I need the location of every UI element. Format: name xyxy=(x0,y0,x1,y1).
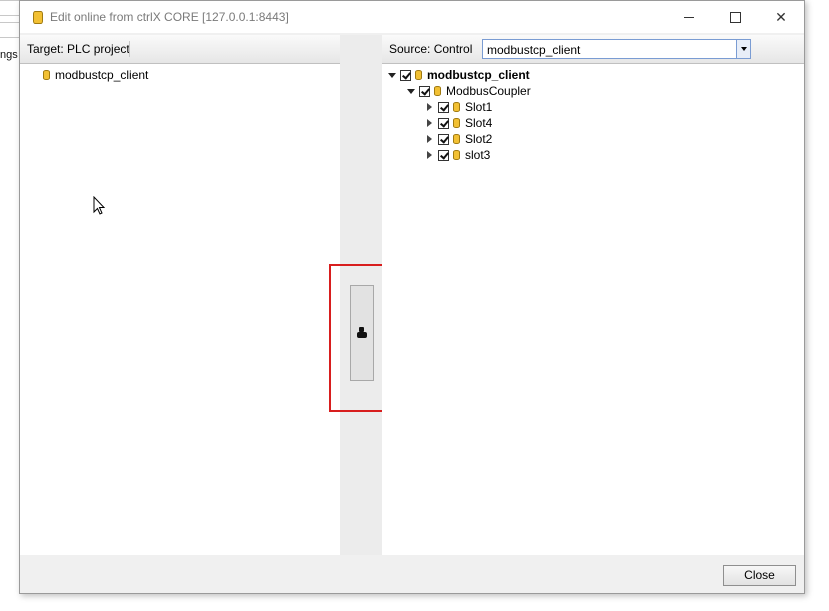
checkbox-checked[interactable] xyxy=(438,117,449,129)
checkbox-checked[interactable] xyxy=(438,149,449,161)
slot-label: Slot2 xyxy=(465,132,493,146)
source-header-label: Source: Control xyxy=(389,42,473,56)
background-app: ngs xyxy=(0,0,21,611)
checkbox-checked[interactable] xyxy=(400,69,411,81)
edit-online-dialog: Edit online from ctrlX CORE [127.0.0.1:8… xyxy=(19,0,805,594)
slot-label: Slot4 xyxy=(465,116,493,130)
database-icon xyxy=(453,118,460,128)
database-icon xyxy=(434,86,441,96)
source-dropdown-value: modbustcp_client xyxy=(487,43,581,57)
database-icon xyxy=(43,70,50,80)
source-tree-root[interactable]: modbustcp_client xyxy=(388,67,530,83)
expand-icon[interactable] xyxy=(427,135,432,143)
database-icon xyxy=(453,150,460,160)
source-header: Source: Control modbustcp_client xyxy=(382,35,804,64)
slot-label: Slot1 xyxy=(465,100,493,114)
close-icon: ✕ xyxy=(775,8,787,25)
target-tree-item-label: modbustcp_client xyxy=(55,68,149,82)
source-tree-slot[interactable]: Slot4 xyxy=(427,115,492,131)
checkbox-checked[interactable] xyxy=(438,101,449,113)
source-tree-slot[interactable]: slot3 xyxy=(427,147,490,163)
background-toolbar-fragment xyxy=(0,0,21,16)
dropdown-arrow-icon[interactable] xyxy=(736,40,750,58)
source-tree-slot[interactable]: Slot1 xyxy=(427,99,492,115)
window-title: Edit online from ctrlX CORE [127.0.0.1:8… xyxy=(50,10,289,24)
mouse-cursor-icon xyxy=(93,196,106,215)
database-icon xyxy=(453,102,460,112)
target-tree-item[interactable]: modbustcp_client xyxy=(43,67,148,83)
target-tree: modbustcp_client xyxy=(20,64,340,555)
database-icon xyxy=(415,70,422,80)
collapse-icon[interactable] xyxy=(388,72,396,78)
source-tree: modbustcp_client ModbusCoupler Slot1 Slo… xyxy=(382,64,804,555)
header-separator xyxy=(129,41,130,57)
background-text: ngs xyxy=(0,49,18,61)
collapse-icon[interactable] xyxy=(407,88,415,94)
maximize-button[interactable] xyxy=(712,1,758,33)
source-tree-coupler[interactable]: ModbusCoupler xyxy=(407,83,531,99)
source-coupler-label: ModbusCoupler xyxy=(446,84,531,98)
target-header-label: Target: PLC project xyxy=(27,42,130,56)
minimize-icon xyxy=(684,16,694,18)
checkbox-checked[interactable] xyxy=(438,133,449,145)
slot-label: slot3 xyxy=(465,148,491,162)
minimize-button[interactable] xyxy=(666,1,712,33)
source-dropdown[interactable]: modbustcp_client xyxy=(482,39,751,59)
background-toolbar-fragment xyxy=(0,22,21,38)
source-tree-slot[interactable]: Slot2 xyxy=(427,131,492,147)
title-bar: Edit online from ctrlX CORE [127.0.0.1:8… xyxy=(20,1,804,33)
close-button[interactable]: Close xyxy=(723,565,796,586)
maximize-icon xyxy=(729,11,741,23)
expand-icon[interactable] xyxy=(427,151,432,159)
target-header: Target: PLC project xyxy=(20,35,340,64)
dialog-footer xyxy=(20,555,804,593)
checkbox-checked[interactable] xyxy=(419,85,430,97)
expand-icon[interactable] xyxy=(427,103,432,111)
database-icon xyxy=(453,134,460,144)
expand-icon[interactable] xyxy=(427,119,432,127)
source-root-label: modbustcp_client xyxy=(427,68,530,82)
close-window-button[interactable]: ✕ xyxy=(758,1,804,33)
database-icon xyxy=(33,11,43,24)
